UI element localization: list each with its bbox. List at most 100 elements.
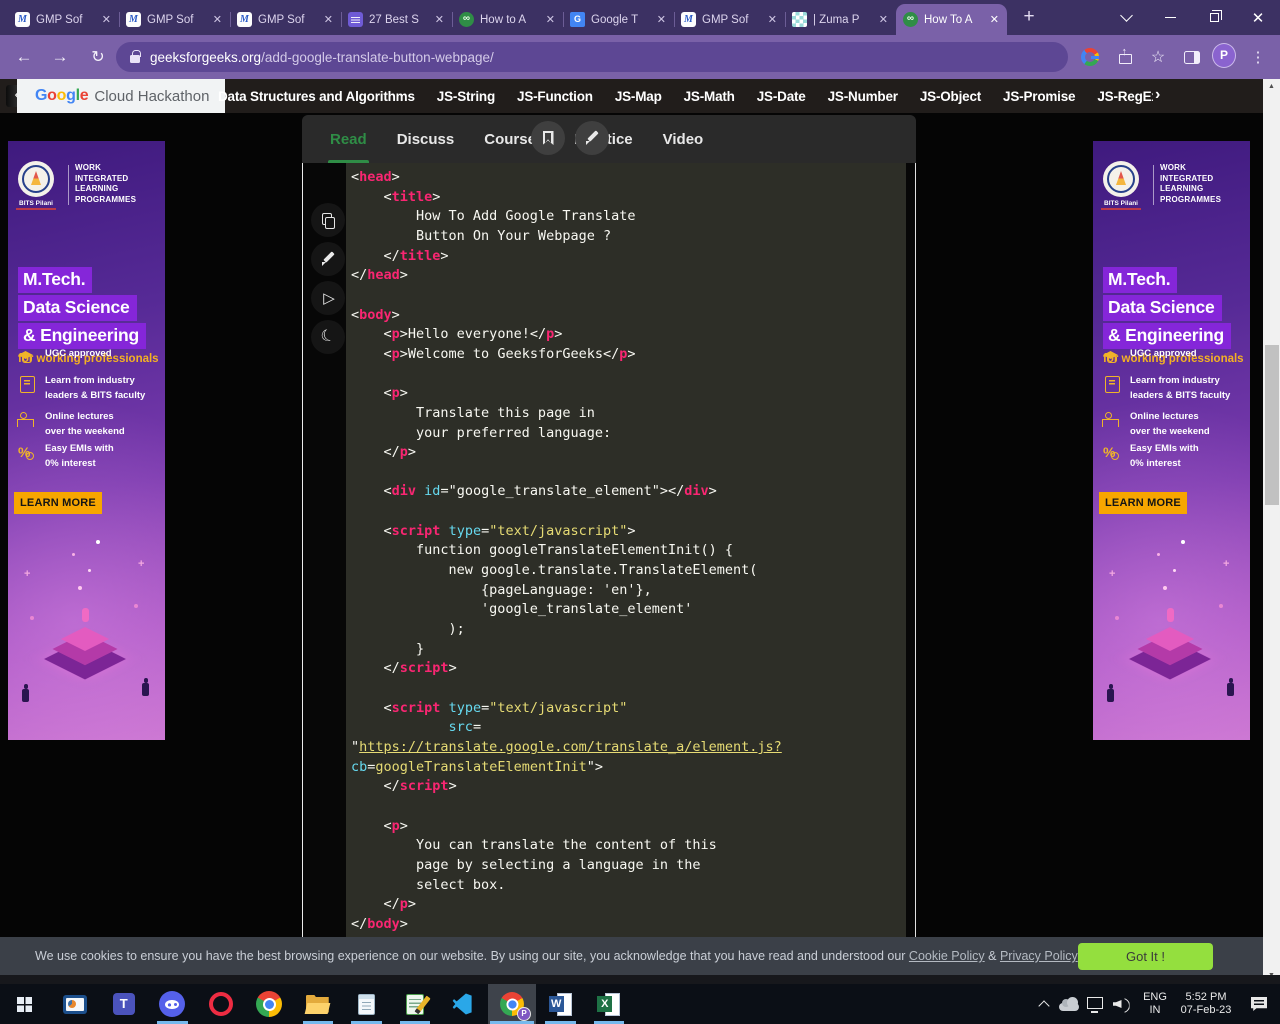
nav-item[interactable]: Data Structures and Algorithms	[218, 89, 415, 104]
browser-tab[interactable]: GMP Sof✕	[674, 4, 785, 35]
nav-item[interactable]: JS-Date	[757, 89, 806, 104]
cookie-policy-link[interactable]: Cookie Policy	[909, 949, 985, 963]
learn-more-button[interactable]: LEARN MORE	[1099, 492, 1187, 514]
nav-item[interactable]: JS-Map	[615, 89, 662, 104]
tab-close-icon[interactable]: ✕	[323, 13, 334, 26]
browser-tab[interactable]: Google T✕	[563, 4, 674, 35]
nav-item[interactable]: JS-String	[437, 89, 495, 104]
article-tab-read[interactable]: Read	[330, 115, 367, 163]
address-bar[interactable]: geeksforgeeks.org/add-google-translate-b…	[116, 42, 1068, 72]
tab-close-icon[interactable]: ✕	[212, 13, 223, 26]
restore-button[interactable]	[1192, 0, 1236, 35]
code-link[interactable]: https://translate.google.com/translate_a…	[359, 739, 782, 755]
code-line: </body>	[351, 915, 906, 935]
profile-badge: P	[517, 1007, 531, 1021]
onedrive-button[interactable]	[1056, 984, 1082, 1024]
tray-overflow-button[interactable]	[1032, 984, 1056, 1024]
nav-item[interactable]: JS-Object	[920, 89, 981, 104]
tab-search-button[interactable]	[1104, 0, 1148, 35]
code-line: page by selecting a language in the	[351, 856, 906, 876]
ad-headline: M.Tech.Data Science& Engineering	[1103, 267, 1231, 351]
article-tab-discuss[interactable]: Discuss	[397, 115, 455, 163]
window-bottom-edge	[0, 975, 1280, 984]
taskbar-vscode-button[interactable]	[439, 984, 488, 1024]
share-icon[interactable]	[1112, 46, 1136, 68]
learn-more-button[interactable]: LEARN MORE	[14, 492, 102, 514]
nav-item[interactable]: JS-Function	[517, 89, 593, 104]
taskbar-notepad-button[interactable]	[342, 984, 391, 1024]
browser-menu-icon[interactable]: ⋮	[1246, 46, 1270, 68]
privacy-policy-link[interactable]: Privacy Policy	[1000, 949, 1078, 963]
google-logo-icon[interactable]	[1078, 46, 1102, 68]
tab-close-icon[interactable]: ✕	[545, 13, 556, 26]
tab-close-icon[interactable]: ✕	[101, 13, 112, 26]
forward-button[interactable]: →	[46, 43, 74, 71]
scrollbar-thumb[interactable]	[1265, 345, 1279, 505]
volume-button[interactable]	[1108, 984, 1136, 1024]
tab-close-icon[interactable]: ✕	[878, 13, 889, 26]
taskbar-opera-button[interactable]	[197, 984, 246, 1024]
nav-scroll-right-button[interactable]: ›	[1155, 86, 1160, 104]
copy-code-button[interactable]	[311, 203, 345, 237]
nav-item[interactable]: JS-Promise	[1003, 89, 1075, 104]
profile-avatar[interactable]: P	[1212, 44, 1236, 66]
reload-button[interactable]: ↻	[84, 43, 112, 71]
article-tab-video[interactable]: Video	[663, 115, 704, 163]
browser-tab[interactable]: GMP Sof✕	[8, 4, 119, 35]
tab-close-icon[interactable]: ✕	[767, 13, 778, 26]
nav-item[interactable]: JS-Number	[828, 89, 898, 104]
nav-item[interactable]: JS-Math	[684, 89, 735, 104]
taskbar-chrome-profile-button[interactable]: P	[488, 984, 537, 1024]
taskbar-discord-button[interactable]	[148, 984, 197, 1024]
edit-code-button[interactable]	[311, 242, 345, 276]
tab-title: 27 Best S	[369, 14, 428, 26]
code-line: Button On Your Webpage ?	[351, 227, 906, 247]
run-code-button[interactable]: ▷	[311, 281, 345, 315]
taskbar-teams-button[interactable]	[100, 984, 149, 1024]
back-button[interactable]: ←	[10, 43, 38, 71]
taskbar-notepad-plus-button[interactable]	[391, 984, 440, 1024]
browser-tab[interactable]: 27 Best S ✕	[341, 4, 452, 35]
browser-tab[interactable]: GMP Sof✕	[230, 4, 341, 35]
got-it-button[interactable]: Got It !	[1078, 943, 1213, 970]
scroll-up-arrow[interactable]: ▲	[1263, 79, 1280, 95]
bookmark-star-icon[interactable]: ☆	[1146, 46, 1170, 68]
page-scrollbar[interactable]: ▲ ▼	[1263, 79, 1280, 984]
browser-tab[interactable]: How To A✕	[896, 4, 1007, 35]
code-line: src=	[351, 718, 906, 738]
code-line	[351, 463, 906, 483]
new-tab-button[interactable]: +	[1016, 5, 1042, 31]
taskbar-word-button[interactable]	[536, 984, 585, 1024]
tab-close-icon[interactable]: ✕	[656, 13, 667, 26]
ad-bullet: UGC approved	[16, 346, 112, 367]
close-window-button[interactable]: ✕	[1236, 0, 1280, 35]
sidebar-ad-right[interactable]: BITS PilaniWORKINTEGRATEDLEARNINGPROGRAM…	[1093, 141, 1250, 740]
program-name: WORKINTEGRATEDLEARNINGPROGRAMMES	[1160, 163, 1221, 205]
bookmark-button[interactable]	[531, 121, 565, 155]
nav-item[interactable]: JS-RegExp	[1097, 89, 1153, 104]
excel-icon	[597, 993, 620, 1015]
side-panel-icon[interactable]	[1180, 46, 1204, 68]
cookie-notice: We use cookies to ensure you have the be…	[0, 937, 1263, 975]
illustration-shape	[142, 683, 149, 696]
taskbar-excel-button[interactable]	[585, 984, 634, 1024]
taskbar-powerpoint-button[interactable]	[51, 984, 100, 1024]
browser-tab[interactable]: GMP Sof✕	[119, 4, 230, 35]
clock[interactable]: 5:52 PM07-Feb-23	[1174, 984, 1238, 1024]
browser-tab[interactable]: How to A✕	[452, 4, 563, 35]
sidebar-ad-left[interactable]: BITS PilaniWORKINTEGRATEDLEARNINGPROGRAM…	[8, 141, 165, 740]
tab-close-icon[interactable]: ✕	[434, 13, 445, 26]
dark-mode-button[interactable]: ☾	[311, 320, 345, 354]
google-cloud-hackathon-badge[interactable]: Google Cloud Hackathon	[17, 79, 225, 113]
browser-tab[interactable]: | Zuma P✕	[785, 4, 896, 35]
action-center-button[interactable]	[1238, 984, 1280, 1024]
minimize-button[interactable]	[1148, 0, 1192, 35]
edit-button[interactable]	[575, 121, 609, 155]
network-button[interactable]	[1082, 984, 1108, 1024]
word-icon	[549, 993, 572, 1015]
taskbar-explorer-button[interactable]	[294, 984, 343, 1024]
language-indicator[interactable]: ENGIN	[1136, 984, 1174, 1024]
start-button[interactable]	[0, 984, 48, 1024]
taskbar-chrome-button[interactable]	[245, 984, 294, 1024]
tab-close-icon[interactable]: ✕	[989, 13, 1000, 26]
